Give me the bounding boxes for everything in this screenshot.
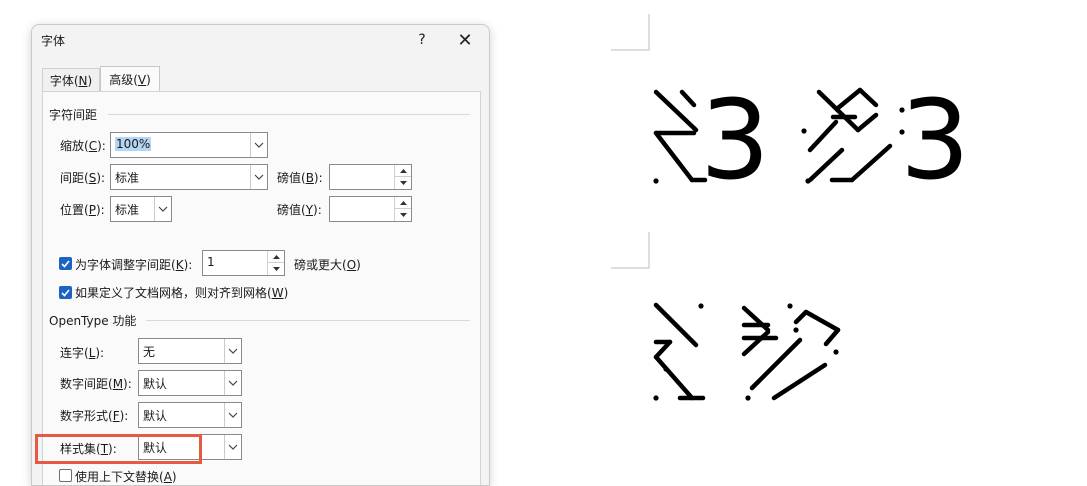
spin-down-icon[interactable]: [395, 209, 411, 221]
spacing-by-spinner[interactable]: [329, 164, 412, 190]
group-divider-spacing: [108, 114, 470, 115]
position-combo[interactable]: 标准: [110, 196, 172, 222]
document-canvas: 3 3: [600, 0, 1087, 467]
snap-grid-checkbox[interactable]: [59, 286, 72, 299]
glyph-dot: [745, 395, 751, 401]
digit-three-right: 3: [900, 76, 970, 204]
tab-font[interactable]: 字体(N): [42, 68, 100, 92]
spin-up-icon[interactable]: [395, 197, 411, 209]
glyph-bottom-left: [653, 302, 706, 401]
chevron-down-icon[interactable]: [224, 403, 241, 427]
number-spacing-label: 数字间距(M):: [60, 377, 132, 391]
number-forms-value: 默认: [143, 409, 168, 423]
digit-three-left: 3: [700, 76, 770, 204]
crop-mark-top: [611, 14, 650, 51]
advanced-panel: 字符间距 缩放(C): 100% 间距(S): 标准 磅值(B): 位置(P):…: [42, 91, 481, 485]
spacing-value: 标准: [115, 171, 140, 185]
glyph-dot: [653, 178, 659, 184]
check-icon: [61, 289, 70, 297]
group-title-spacing: 字符间距: [49, 108, 98, 122]
close-icon: ✕: [457, 29, 473, 51]
help-icon: ?: [418, 32, 426, 48]
dialog-titlebar: 字体 ? ✕: [32, 25, 489, 55]
glyph-dot: [793, 327, 799, 333]
check-icon: [61, 260, 70, 268]
number-forms-label: 数字形式(F):: [60, 409, 129, 423]
number-spacing-value: 默认: [143, 377, 168, 391]
glyph-top-left: [653, 89, 708, 183]
glyph-preview: 3 3: [611, 14, 970, 401]
kerning-value: 1: [207, 255, 215, 269]
chevron-down-icon[interactable]: [224, 435, 241, 459]
tab-advanced-label: 高级(: [109, 73, 138, 87]
glyph-dot: [787, 303, 793, 309]
contextual-alternates-checkbox[interactable]: [59, 469, 72, 482]
tab-advanced[interactable]: 高级(V): [100, 66, 160, 92]
kerning-label[interactable]: 为字体调整字间距(K):: [75, 256, 192, 273]
ligatures-value: 无: [143, 345, 156, 359]
spinner-buttons: [267, 251, 284, 275]
glyph-bottom-right: [741, 305, 841, 401]
crop-mark-middle: [611, 232, 650, 269]
group-divider-opentype: [146, 320, 470, 321]
spin-down-icon[interactable]: [268, 263, 284, 275]
chevron-down-icon[interactable]: [224, 371, 241, 395]
kerning-spinner[interactable]: 1: [202, 250, 285, 276]
help-button[interactable]: ?: [402, 25, 442, 55]
glyph-top-right: [807, 87, 893, 183]
kerning-checkbox[interactable]: [59, 257, 72, 270]
scale-combo[interactable]: 100%: [110, 132, 268, 158]
ligatures-combo[interactable]: 无: [138, 338, 242, 364]
font-dialog: 字体 ? ✕ 字体(N) 高级(V) 字符间距 缩放(C): 100% 间距(S…: [31, 24, 490, 486]
tab-advanced-end: ): [146, 73, 151, 87]
glyph-dot: [801, 128, 807, 134]
dialog-title: 字体: [41, 34, 66, 48]
spacing-label: 间距(S):: [60, 171, 106, 185]
chevron-down-icon[interactable]: [154, 197, 171, 221]
spin-up-icon[interactable]: [268, 251, 284, 263]
number-spacing-combo[interactable]: 默认: [138, 370, 242, 396]
number-forms-combo[interactable]: 默认: [138, 402, 242, 428]
kerning-suffix: 磅或更大(O): [294, 258, 361, 272]
position-by-spinner[interactable]: [329, 196, 412, 222]
position-by-label: 磅值(Y):: [277, 203, 322, 217]
contextual-alternates-highlight: [35, 434, 202, 464]
snap-grid-label[interactable]: 如果定义了文档网格，则对齐到网格(W): [75, 284, 288, 301]
ligatures-label: 连字(L):: [60, 346, 105, 360]
glyph-dot: [698, 303, 704, 309]
position-value: 标准: [115, 203, 140, 217]
glyph-dot: [833, 349, 839, 355]
scale-label: 缩放(C):: [60, 139, 106, 153]
glyph-dot: [653, 395, 659, 401]
contextual-alternates-label[interactable]: 使用上下文替换(A): [75, 468, 177, 485]
spinner-buttons: [394, 197, 411, 221]
spinner-buttons: [394, 165, 411, 189]
tab-advanced-key: V: [137, 73, 147, 87]
spin-up-icon[interactable]: [395, 165, 411, 177]
glyph-dot: [805, 178, 811, 184]
close-button[interactable]: ✕: [445, 25, 485, 55]
chevron-down-icon[interactable]: [250, 165, 267, 189]
scale-value: 100%: [115, 137, 152, 151]
group-title-opentype: OpenType 功能: [49, 314, 137, 328]
spin-down-icon[interactable]: [395, 177, 411, 189]
glyph-dot: [663, 366, 669, 372]
tab-font-end: ): [87, 74, 93, 88]
chevron-down-icon[interactable]: [224, 339, 241, 363]
tab-font-label: 字体(: [49, 74, 79, 88]
position-label: 位置(P):: [60, 203, 105, 217]
spacing-by-label: 磅值(B):: [277, 171, 323, 185]
chevron-down-icon[interactable]: [250, 133, 267, 157]
spacing-combo[interactable]: 标准: [110, 164, 268, 190]
